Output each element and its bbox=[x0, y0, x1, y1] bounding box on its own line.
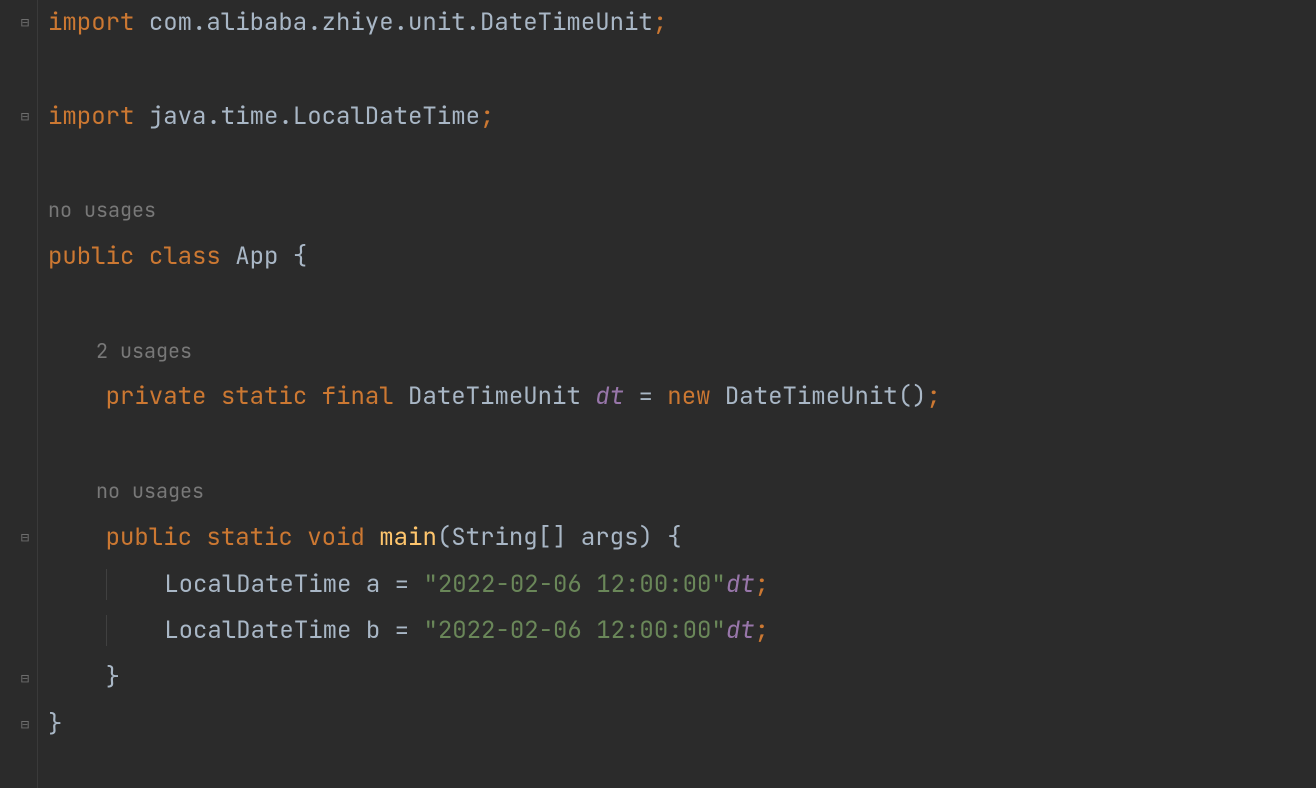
param-name: args bbox=[581, 522, 639, 553]
brace-open: { bbox=[293, 241, 307, 272]
brace-close: } bbox=[106, 662, 120, 693]
code-line-blank[interactable] bbox=[48, 47, 1306, 94]
fold-marker-icon[interactable]: ⊟ bbox=[18, 16, 32, 30]
suffix-ref: dt bbox=[726, 615, 755, 646]
fold-marker-icon[interactable]: ⊟ bbox=[18, 672, 32, 686]
fold-marker-icon[interactable]: ⊟ bbox=[18, 718, 32, 732]
brace-open: { bbox=[667, 522, 681, 553]
local-type: LocalDateTime bbox=[164, 569, 351, 600]
code-line[interactable]: public class App { bbox=[48, 234, 1306, 281]
keyword-public: public bbox=[48, 241, 134, 272]
local-name: a bbox=[366, 569, 380, 600]
brace-close: } bbox=[48, 709, 62, 740]
semicolon: ; bbox=[755, 569, 769, 600]
code-editor[interactable]: import com.alibaba.zhiye.unit.DateTimeUn… bbox=[38, 0, 1316, 788]
editor-gutter: ⊟ ⊟ ⊟ ⊟ ⊟ bbox=[0, 0, 38, 788]
keyword-import: import bbox=[48, 101, 134, 132]
string-literal: "2022-02-06 12:00:00" bbox=[423, 569, 725, 600]
keyword-void: void bbox=[307, 522, 365, 553]
keyword-private: private bbox=[106, 381, 207, 412]
code-line[interactable]: } bbox=[48, 702, 1306, 749]
keyword-import: import bbox=[48, 7, 134, 38]
import-path: java.time.LocalDateTime bbox=[149, 101, 480, 132]
keyword-static: static bbox=[206, 522, 292, 553]
keyword-class: class bbox=[149, 241, 221, 272]
field-type: DateTimeUnit bbox=[408, 381, 581, 412]
semicolon: ; bbox=[480, 101, 494, 132]
usage-hint[interactable]: no usages bbox=[48, 187, 1306, 234]
keyword-static: static bbox=[221, 381, 307, 412]
code-line-blank[interactable] bbox=[48, 140, 1306, 187]
class-name: App bbox=[235, 241, 278, 272]
paren-open: ( bbox=[437, 522, 451, 553]
keyword-new: new bbox=[667, 381, 710, 412]
code-line[interactable]: LocalDateTime a = "2022-02-06 12:00:00"d… bbox=[48, 562, 1306, 609]
keyword-final: final bbox=[322, 381, 394, 412]
code-line[interactable]: LocalDateTime b = "2022-02-06 12:00:00"d… bbox=[48, 608, 1306, 655]
usage-hint[interactable]: 2 usages bbox=[48, 328, 1306, 375]
code-line-blank[interactable] bbox=[48, 281, 1306, 328]
string-literal: "2022-02-06 12:00:00" bbox=[423, 615, 725, 646]
semicolon: ; bbox=[927, 381, 941, 412]
param-type: String[] bbox=[451, 522, 566, 553]
code-line[interactable]: import com.alibaba.zhiye.unit.DateTimeUn… bbox=[48, 0, 1306, 47]
fold-marker-icon[interactable]: ⊟ bbox=[18, 531, 32, 545]
paren-close: ) bbox=[638, 522, 652, 553]
fold-marker-icon[interactable]: ⊟ bbox=[18, 110, 32, 124]
parens: () bbox=[898, 381, 927, 412]
code-line[interactable]: public static void main(String[] args) { bbox=[48, 515, 1306, 562]
constructor-call: DateTimeUnit bbox=[725, 381, 898, 412]
method-name: main bbox=[379, 522, 437, 553]
semicolon: ; bbox=[653, 7, 667, 38]
keyword-public: public bbox=[106, 522, 192, 553]
code-line[interactable]: private static final DateTimeUnit dt = n… bbox=[48, 374, 1306, 421]
import-path: com.alibaba.zhiye.unit.DateTimeUnit bbox=[149, 7, 653, 38]
field-name: dt bbox=[595, 381, 624, 412]
usage-hint[interactable]: no usages bbox=[48, 468, 1306, 515]
local-type: LocalDateTime bbox=[164, 615, 351, 646]
local-name: b bbox=[366, 615, 380, 646]
code-line[interactable]: } bbox=[48, 655, 1306, 702]
suffix-ref: dt bbox=[726, 569, 755, 600]
code-line-blank[interactable] bbox=[48, 421, 1306, 468]
equals: = bbox=[638, 381, 652, 412]
semicolon: ; bbox=[755, 615, 769, 646]
code-line[interactable]: import java.time.LocalDateTime; bbox=[48, 94, 1306, 141]
